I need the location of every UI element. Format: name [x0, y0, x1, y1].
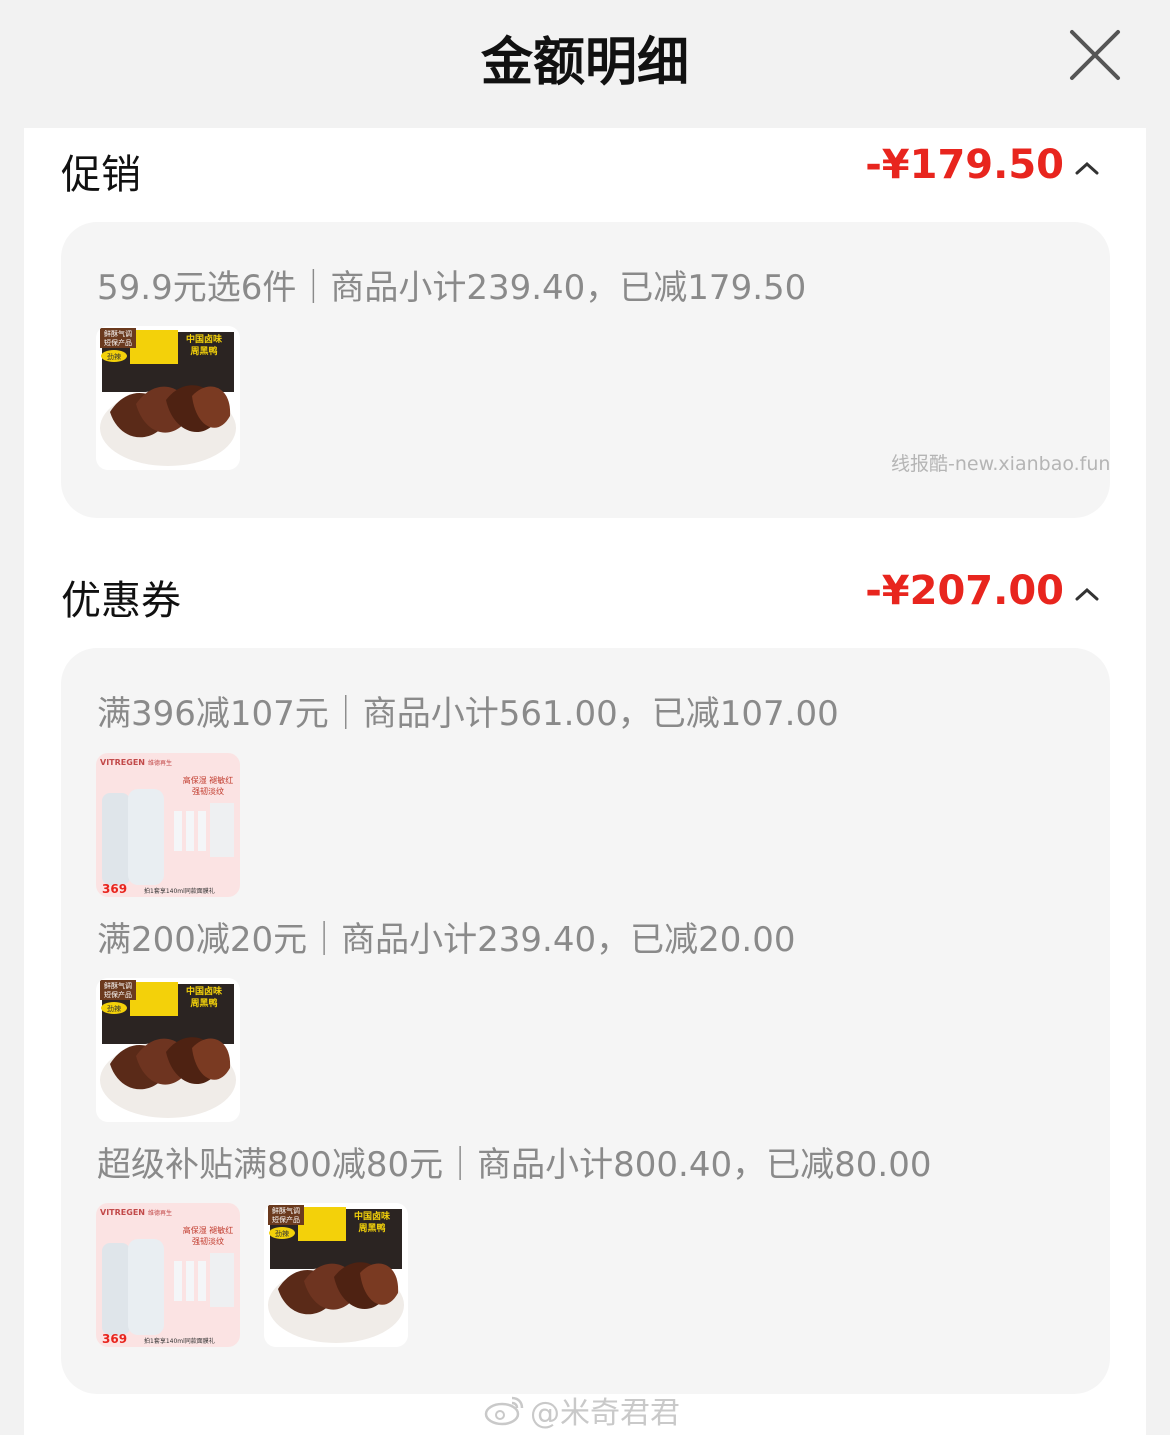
duck-badge-1: 鲜酥气调 [272, 1206, 300, 1215]
vitregen-promo: 拍1套享140ml同款面膜礼 [144, 1337, 215, 1345]
duck-slogan-1: 中国卤味 [186, 333, 222, 345]
duck-badge-3: 劲辣 [275, 1229, 289, 1238]
coupon-rule-text: 超级补贴满800减80元｜商品小计800.40，已减80.00 [97, 1145, 932, 1185]
duck-badge-2: 短保产品 [272, 1215, 300, 1224]
duck-slogan-1: 中国卤味 [186, 985, 222, 997]
vitregen-headline-2: 强韧淡纹 [192, 786, 224, 796]
coupon-rule-text: 满396减107元｜商品小计561.00，已减107.00 [97, 694, 839, 734]
duck-badge-3: 劲辣 [107, 352, 121, 361]
promotion-section-title: 促销 [61, 152, 141, 198]
weibo-icon [484, 1396, 524, 1426]
vitregen-headline-2: 强韧淡纹 [192, 1236, 224, 1246]
vitregen-headline-1: 高保湿 褪敏红 [183, 1225, 234, 1235]
vitregen-promo: 拍1套享140ml同款面膜礼 [144, 887, 215, 895]
product-thumbnail-duck[interactable]: 鲜酥气调 短保产品 劲辣 中国卤味 周黑鸭 [264, 1203, 408, 1347]
chevron-up-icon[interactable] [1074, 160, 1100, 176]
product-thumbnail-duck[interactable]: 鲜酥气调 短保产品 劲辣 中国卤味 周黑鸭 [96, 326, 240, 470]
weibo-watermark: @米奇君君 [484, 1388, 680, 1432]
duck-product-image: 鲜酥气调 短保产品 劲辣 中国卤味 周黑鸭 [264, 1203, 408, 1347]
duck-slogan-1: 中国卤味 [354, 1210, 390, 1222]
duck-slogan-2: 周黑鸭 [190, 997, 217, 1009]
product-thumbnail-vitregen[interactable]: VITREGEN 维德再生 高保湿 褪敏红 强韧淡纹 369 拍1套享140ml… [96, 1203, 240, 1347]
duck-slogan-2: 周黑鸭 [190, 345, 217, 357]
chevron-up-icon[interactable] [1074, 586, 1100, 602]
vitregen-brand: VITREGEN [100, 758, 145, 767]
coupon-section-title: 优惠券 [61, 578, 181, 624]
vitregen-price: 369 [102, 1332, 127, 1346]
product-thumbnail-duck[interactable]: 鲜酥气调 短保产品 劲辣 中国卤味 周黑鸭 [96, 978, 240, 1122]
promotion-amount: -¥179.50 [865, 142, 1064, 188]
duck-badge-2: 短保产品 [104, 338, 132, 347]
duck-slogan-2: 周黑鸭 [358, 1222, 385, 1234]
vitregen-product-image: VITREGEN 维德再生 高保湿 褪敏红 强韧淡纹 369 拍1套享140ml… [96, 753, 240, 897]
vitregen-product-image: VITREGEN 维德再生 高保湿 褪敏红 强韧淡纹 369 拍1套享140ml… [96, 1203, 240, 1347]
vitregen-brand-cn: 维德再生 [148, 1209, 172, 1217]
vitregen-brand-cn: 维德再生 [148, 759, 172, 767]
coupon-rule-card: 满396减107元｜商品小计561.00，已减107.00 VITREGEN 维… [61, 648, 1110, 1394]
modal-header: 金额明细 [0, 0, 1170, 128]
close-icon[interactable] [1066, 26, 1124, 84]
page-title: 金额明细 [480, 33, 689, 93]
vitregen-headline-1: 高保湿 褪敏红 [183, 775, 234, 785]
coupon-rule-text: 满200减20元｜商品小计239.40，已减20.00 [97, 920, 796, 960]
promotion-rule-text: 59.9元选6件｜商品小计239.40，已减179.50 [97, 268, 807, 308]
duck-badge-1: 鲜酥气调 [104, 329, 132, 338]
vitregen-price: 369 [102, 882, 127, 896]
site-watermark: 线报酷-new.xianbao.fun [891, 453, 1111, 475]
duck-product-image: 鲜酥气调 短保产品 劲辣 中国卤味 周黑鸭 [96, 978, 240, 1122]
weibo-handle: @米奇君君 [530, 1396, 680, 1431]
duck-badge-2: 短保产品 [104, 990, 132, 999]
duck-badge-1: 鲜酥气调 [104, 981, 132, 990]
amount-detail-sheet: 促销 -¥179.50 59.9元选6件｜商品小计239.40，已减179.50… [24, 128, 1146, 1435]
product-thumbnail-vitregen[interactable]: VITREGEN 维德再生 高保湿 褪敏红 强韧淡纹 369 拍1套享140ml… [96, 753, 240, 897]
duck-product-image: 鲜酥气调 短保产品 劲辣 中国卤味 周黑鸭 [96, 326, 240, 470]
coupon-amount: -¥207.00 [865, 568, 1064, 614]
vitregen-brand: VITREGEN [100, 1208, 145, 1217]
duck-badge-3: 劲辣 [107, 1004, 121, 1013]
